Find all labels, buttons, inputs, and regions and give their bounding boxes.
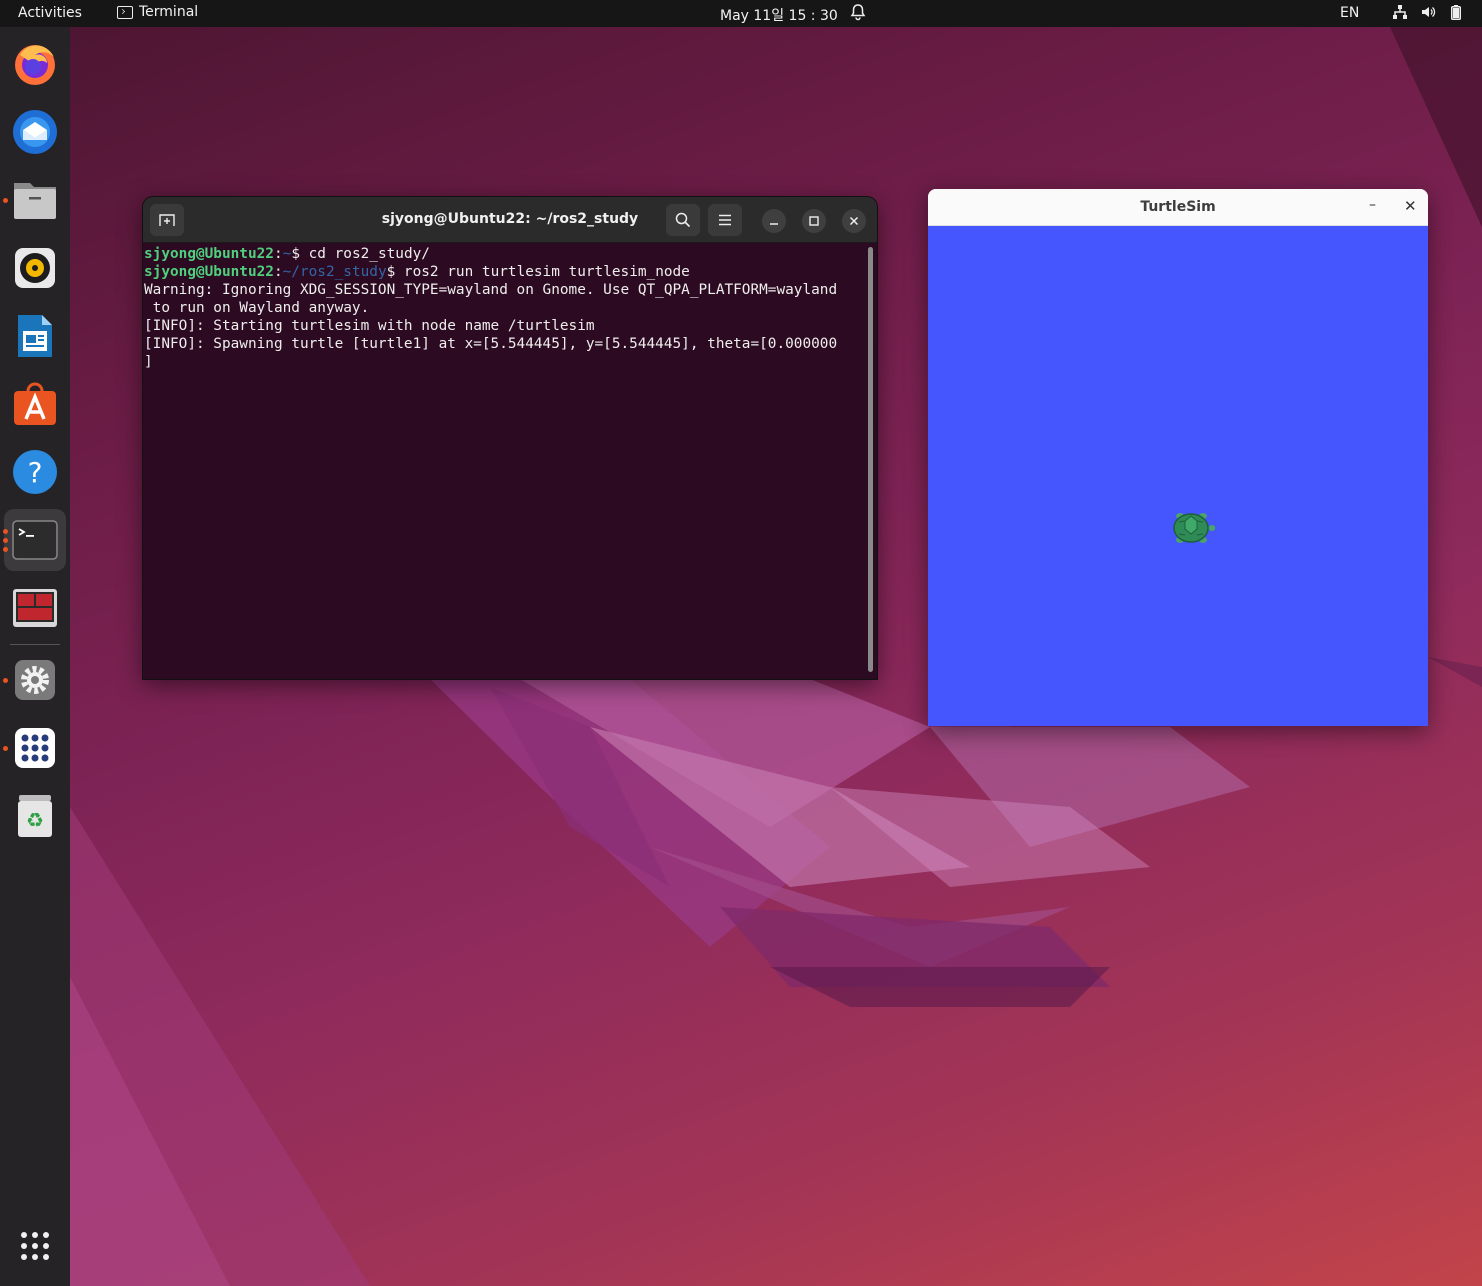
prompt-separator: : bbox=[273, 246, 283, 262]
turtlesim-window[interactable]: TurtleSim – ✕ bbox=[928, 189, 1428, 726]
terminal-line: sjyong@Ubuntu22:~/ros2_study$ ros2 run t… bbox=[144, 263, 866, 281]
app-menu-label: Terminal bbox=[139, 4, 199, 20]
terminal-line: [INFO]: Spawning turtle [turtle1] at x=[… bbox=[144, 336, 838, 352]
terminal-titlebar[interactable]: sjyong@Ubuntu22: ~/ros2_study bbox=[143, 197, 877, 243]
search-button[interactable] bbox=[666, 204, 700, 236]
command-text: $ cd ros2_study/ bbox=[291, 246, 430, 262]
clock[interactable]: May 11일 15 : 30 bbox=[720, 5, 838, 25]
running-indicator bbox=[3, 198, 8, 203]
terminal-icon bbox=[12, 520, 58, 560]
terminal-scrollbar[interactable] bbox=[868, 247, 873, 672]
turtlesim-minimize-button[interactable]: – bbox=[1369, 197, 1376, 213]
network-icon[interactable] bbox=[1392, 4, 1408, 24]
files-icon bbox=[14, 183, 56, 219]
thunderbird-icon bbox=[13, 110, 57, 154]
help-icon: ? bbox=[13, 450, 57, 494]
prompt-path: ~/ros2_study bbox=[282, 264, 387, 280]
dock-item-trash[interactable]: ♻ bbox=[10, 791, 60, 841]
app-menu[interactable]: Terminal bbox=[117, 4, 198, 20]
turtlesim-titlebar[interactable]: TurtleSim – ✕ bbox=[928, 189, 1428, 226]
prompt-path: ~ bbox=[282, 246, 292, 262]
maximize-button[interactable] bbox=[802, 209, 826, 233]
terminal-output[interactable]: sjyong@Ubuntu22:~$ cd ros2_study/sjyong@… bbox=[144, 245, 866, 677]
terminal-line: Warning: Ignoring XDG_SESSION_TYPE=wayla… bbox=[144, 282, 838, 298]
dock-item-writer[interactable] bbox=[10, 311, 60, 361]
running-indicator bbox=[3, 538, 8, 543]
notification-bell-icon[interactable] bbox=[850, 3, 866, 25]
dock-item-help[interactable]: ? bbox=[10, 447, 60, 497]
prompt-user: sjyong@Ubuntu22 bbox=[144, 264, 274, 280]
show-applications-button[interactable] bbox=[10, 1221, 60, 1271]
maximize-icon bbox=[809, 216, 819, 226]
close-button[interactable] bbox=[842, 209, 866, 233]
firefox-icon bbox=[15, 45, 55, 85]
menu-button[interactable] bbox=[708, 204, 742, 236]
turtle-icon bbox=[1173, 513, 1215, 543]
dock-item-files[interactable] bbox=[3, 175, 60, 225]
turtlesim-title: TurtleSim bbox=[1140, 199, 1216, 215]
terminal-line: to run on Wayland anyway. bbox=[144, 300, 370, 316]
terminal-window[interactable]: sjyong@Ubuntu22: ~/ros2_study sjyong@Ubu… bbox=[143, 197, 877, 679]
volume-icon[interactable] bbox=[1420, 4, 1436, 24]
dock-item-firefox[interactable] bbox=[10, 39, 60, 89]
dock-item-software[interactable] bbox=[10, 379, 60, 429]
libreoffice-writer-icon bbox=[18, 315, 52, 357]
terminator-icon bbox=[13, 589, 57, 627]
turtlesim-close-button[interactable]: ✕ bbox=[1404, 197, 1417, 215]
dock-item-app-grid[interactable] bbox=[3, 723, 60, 773]
running-indicator bbox=[3, 547, 8, 552]
command-text: $ ros2 run turtlesim turtlesim_node bbox=[386, 264, 690, 280]
dock-separator bbox=[10, 644, 60, 645]
activities-button[interactable]: Activities bbox=[18, 5, 82, 21]
prompt-user: sjyong@Ubuntu22 bbox=[144, 246, 274, 262]
search-icon bbox=[675, 212, 691, 228]
svg-text:?: ? bbox=[28, 456, 43, 489]
top-bar: Activities Terminal May 11일 15 : 30 EN bbox=[0, 0, 1482, 27]
trash-icon: ♻ bbox=[18, 795, 52, 837]
prompt-separator: : bbox=[273, 264, 283, 280]
settings-icon bbox=[15, 660, 55, 700]
show-applications-icon bbox=[21, 1232, 49, 1260]
minimize-icon bbox=[770, 223, 778, 225]
svg-text:♻: ♻ bbox=[26, 808, 44, 832]
terminal-line: ] bbox=[144, 354, 153, 370]
terminal-small-icon bbox=[117, 5, 133, 19]
minimize-button[interactable] bbox=[762, 209, 786, 233]
ubuntu-software-icon bbox=[14, 382, 56, 425]
running-indicator bbox=[3, 746, 8, 751]
dock: ? ♻ bbox=[0, 27, 70, 1286]
running-indicator bbox=[3, 678, 8, 683]
hamburger-menu-icon bbox=[719, 214, 731, 226]
running-indicator bbox=[3, 529, 8, 534]
dock-item-settings[interactable] bbox=[3, 655, 60, 705]
terminal-line: [INFO]: Starting turtlesim with node nam… bbox=[144, 318, 595, 334]
dock-item-terminator[interactable] bbox=[10, 583, 60, 633]
turtlesim-canvas bbox=[928, 226, 1428, 726]
dock-item-terminal[interactable] bbox=[3, 509, 66, 571]
rhythmbox-icon bbox=[15, 248, 55, 288]
language-indicator[interactable]: EN bbox=[1340, 5, 1359, 21]
close-icon bbox=[849, 216, 859, 226]
dock-item-thunderbird[interactable] bbox=[10, 107, 60, 157]
battery-icon[interactable] bbox=[1451, 5, 1461, 24]
terminal-line: sjyong@Ubuntu22:~$ cd ros2_study/ bbox=[144, 245, 866, 263]
app-grid-icon bbox=[15, 728, 55, 768]
dock-item-rhythmbox[interactable] bbox=[10, 243, 60, 293]
